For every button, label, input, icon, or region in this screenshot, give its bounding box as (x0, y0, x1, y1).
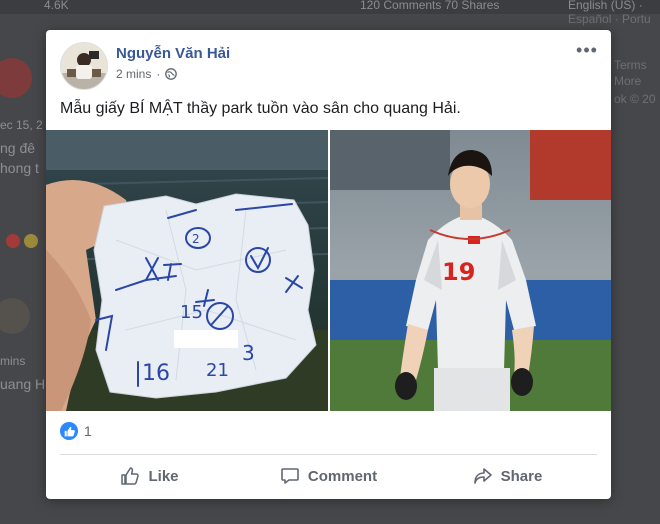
background-time: mins (0, 354, 26, 368)
globe-icon[interactable] (165, 68, 178, 80)
meta-separator: · (156, 67, 161, 81)
more-options-button[interactable]: ••• (575, 40, 599, 60)
like-label: Like (148, 467, 179, 485)
svg-text:15: 15 (180, 302, 203, 323)
photo-crumpled-note[interactable]: 2 15 16 21 3 (46, 130, 328, 411)
actions-divider (60, 454, 597, 455)
thumbs-up-icon (121, 467, 140, 485)
background-text-2: hong t (0, 160, 39, 176)
timestamp[interactable]: 2 mins (116, 67, 151, 81)
player-image: 19 (330, 130, 611, 411)
background-language-1: English (US) · (568, 0, 643, 12)
svg-text:2: 2 (192, 232, 200, 246)
svg-text:21: 21 (206, 360, 229, 381)
svg-text:3: 3 (242, 341, 255, 365)
background-love-badge (6, 234, 20, 248)
post-text: Mẫu giấy BÍ MẬT thầy park tuồn vào sân c… (60, 100, 461, 117)
background-more: More (614, 74, 642, 88)
background-text-1: ng đê (0, 140, 36, 156)
post-card: Nguyễn Văn Hải 2 mins · ••• Mẫu giấy BÍ … (46, 30, 611, 499)
ellipsis-icon: ••• (576, 39, 598, 60)
background-copyright: ok © 20 (614, 92, 656, 106)
background-language-2: Español · Portu (568, 12, 651, 26)
share-icon (473, 468, 492, 484)
author-avatar[interactable] (60, 42, 108, 90)
background-reaction-count: 4.6K (44, 0, 69, 12)
background-terms: Terms (614, 58, 647, 72)
reactions-summary[interactable]: 1 (60, 422, 92, 440)
background-haha-badge (24, 234, 38, 248)
like-icon (60, 422, 78, 440)
jersey-number: 19 (442, 258, 475, 286)
background-stats: 120 Comments 70 Shares (360, 0, 500, 12)
crumpled-note-image: 2 15 16 21 3 (46, 130, 328, 411)
photo-player[interactable]: 19 (330, 130, 611, 411)
comment-button[interactable]: Comment (239, 458, 418, 494)
svg-text:16: 16 (142, 361, 170, 386)
post-actions: Like Comment Share (60, 458, 597, 494)
avatar-image (61, 43, 107, 89)
background-name: uang H (0, 376, 46, 392)
share-button[interactable]: Share (418, 458, 597, 494)
like-glyph (64, 426, 75, 436)
post-meta: 2 mins · (116, 67, 178, 81)
background-date: ec 15, 2 (0, 118, 43, 132)
comment-icon (281, 468, 299, 484)
share-label: Share (500, 467, 543, 485)
background-top-bar (0, 0, 660, 14)
author-name[interactable]: Nguyễn Văn Hải (116, 45, 230, 62)
reaction-count: 1 (84, 423, 92, 439)
like-button[interactable]: Like (60, 458, 239, 494)
comment-label: Comment (307, 467, 378, 485)
